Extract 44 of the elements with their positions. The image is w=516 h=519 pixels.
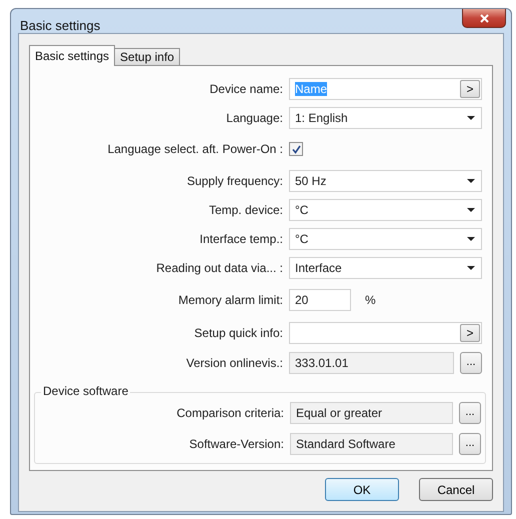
readonly-field: Standard Software xyxy=(290,432,453,454)
dropdown[interactable]: °C xyxy=(289,228,482,250)
field-label: Version onlinevis.: xyxy=(185,356,283,370)
unit-label: % xyxy=(365,293,376,307)
close-icon xyxy=(480,14,488,22)
window-title: Basic settings xyxy=(20,18,100,33)
readonly-field: 333.01.01 xyxy=(289,352,454,374)
dropdown[interactable]: 1: English xyxy=(289,106,482,128)
field-label: Memory alarm limit: xyxy=(177,293,283,307)
field-label: Reading out data via... : xyxy=(155,260,283,274)
dropdown[interactable]: Interface xyxy=(289,256,482,278)
field-label: Device name: xyxy=(208,82,283,96)
browse-button[interactable]: > xyxy=(460,324,480,342)
group-title: Device software xyxy=(41,384,130,398)
field-value: Name xyxy=(295,82,328,96)
field-label: Setup quick info: xyxy=(193,326,283,340)
field-label: Language select. aft. Power-On : xyxy=(106,142,283,156)
dropdown[interactable]: °C xyxy=(289,198,482,220)
dropdown[interactable]: 50 Hz xyxy=(289,170,482,192)
ellipsis-button[interactable]: ... xyxy=(459,432,481,454)
browse-button[interactable]: > xyxy=(460,80,480,98)
field-label: Interface temp.: xyxy=(198,232,283,246)
tab[interactable]: Setup info xyxy=(114,48,180,66)
dialog-button[interactable]: OK xyxy=(325,478,399,501)
text-field[interactable]: > xyxy=(289,322,482,344)
close-button[interactable] xyxy=(462,9,506,28)
dialog-button[interactable]: Cancel xyxy=(419,478,493,501)
dropdown-arrow-icon xyxy=(467,116,475,120)
field-label: Comparison criteria: xyxy=(176,406,284,420)
ellipsis-button[interactable]: ... xyxy=(460,352,482,374)
field-label: Supply frequency: xyxy=(186,174,283,188)
dropdown-arrow-icon xyxy=(467,208,475,212)
readonly-field: Equal or greater xyxy=(290,402,453,424)
dropdown-arrow-icon xyxy=(467,178,475,182)
tab[interactable]: Basic settings xyxy=(29,45,116,66)
text-field[interactable]: Name > xyxy=(289,78,482,100)
field-label: Language: xyxy=(225,110,283,124)
checkbox[interactable] xyxy=(289,142,303,156)
dropdown-arrow-icon xyxy=(467,266,475,270)
field-label: Temp. device: xyxy=(208,202,283,216)
field-label: Software-Version: xyxy=(188,436,284,450)
number-field[interactable]: 20 xyxy=(289,289,351,311)
dropdown-arrow-icon xyxy=(467,236,475,240)
ellipsis-button[interactable]: ... xyxy=(459,402,481,424)
